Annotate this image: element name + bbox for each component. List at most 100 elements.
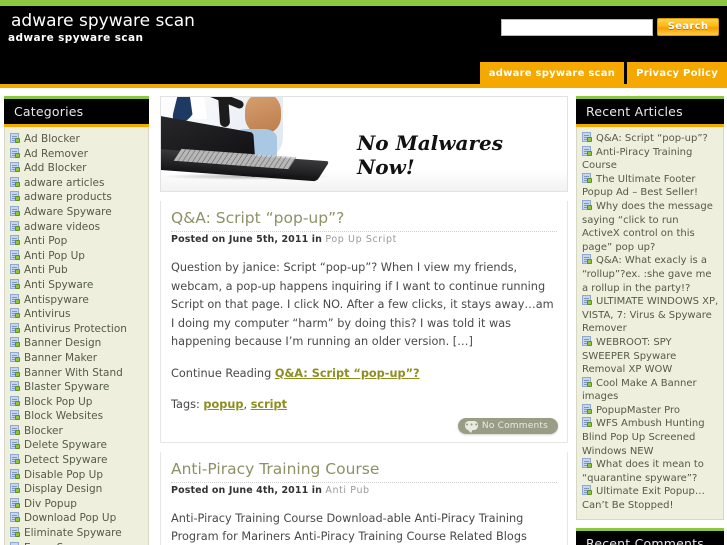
category-list-item[interactable]: Ad Remover — [10, 147, 144, 162]
tag-link-script[interactable]: script — [251, 398, 287, 411]
category-link[interactable]: Block Pop Up — [24, 396, 92, 408]
recent-article-link[interactable]: Why does the message saying “click to ru… — [582, 201, 713, 253]
recent-article-item[interactable]: Cool Make A Banner images — [582, 376, 719, 404]
recent-article-item[interactable]: PopupMaster Pro — [582, 403, 719, 418]
category-link[interactable]: Banner Maker — [24, 352, 97, 364]
category-list-item[interactable]: Banner With Stand — [10, 366, 144, 381]
continue-reading-link[interactable]: Q&A: Script “pop-up”? — [275, 367, 420, 380]
site-tagline: adware spyware scan — [8, 32, 144, 44]
category-list-item[interactable]: Anti Spyware — [10, 278, 144, 293]
category-list-item[interactable]: Anti Pop Up — [10, 249, 144, 264]
comments-count-badge[interactable]: ••• No Comments — [457, 417, 558, 434]
category-link[interactable]: Banner With Stand — [24, 367, 123, 379]
category-list-item[interactable]: Ad Blocker — [10, 132, 144, 147]
category-list-item[interactable]: Anti Pop — [10, 234, 144, 249]
page-plus-icon — [10, 322, 21, 333]
category-list-item[interactable]: Delete Spyware — [10, 438, 144, 453]
recent-article-link[interactable]: Q&A: Script “pop-up”? — [596, 133, 708, 144]
category-list-item[interactable]: adware videos — [10, 220, 144, 235]
search-input[interactable] — [501, 18, 653, 36]
category-list-item[interactable]: Disable Pop Up — [10, 468, 144, 483]
category-link[interactable]: Add Blocker — [24, 162, 86, 174]
recent-article-item[interactable]: Q&A: What exacly is a “rollup”?ex. :she … — [582, 254, 719, 295]
recent-article-link[interactable]: Q&A: What exacly is a “rollup”?ex. :she … — [582, 255, 712, 293]
category-list-item[interactable]: Add Blocker — [10, 161, 144, 176]
category-link[interactable]: Anti Spyware — [24, 279, 93, 291]
category-link[interactable]: Blaster Spyware — [24, 381, 109, 393]
category-list-item[interactable]: Banner Design — [10, 336, 144, 351]
recent-article-link[interactable]: The Ultimate Footer Popup Ad – Best Sell… — [582, 174, 698, 199]
category-link[interactable]: Anti Pop Up — [24, 250, 85, 262]
nav-item-privacy-policy[interactable]: Privacy Policy — [627, 62, 727, 84]
category-list-item[interactable]: Block Pop Up — [10, 395, 144, 410]
category-list-item[interactable]: Block Websites — [10, 409, 144, 424]
recent-article-item[interactable]: Q&A: Script “pop-up”? — [582, 132, 719, 146]
recent-article-item[interactable]: The Ultimate Footer Popup Ad – Best Sell… — [582, 172, 719, 200]
category-list-item[interactable]: Blocker — [10, 424, 144, 439]
category-list-item[interactable]: adware articles — [10, 176, 144, 191]
category-list-item[interactable]: Adware Spyware — [10, 205, 144, 220]
category-link[interactable]: Anti Pub — [24, 264, 68, 276]
recent-article-link[interactable]: Cool Make A Banner images — [582, 378, 697, 403]
recent-article-link[interactable]: Anti-Piracy Training Course — [582, 147, 692, 172]
recent-article-item[interactable]: WEBROOT: SPY SWEEPER Spyware Removal XP … — [582, 335, 719, 377]
category-list-item[interactable]: Download Pop Up — [10, 511, 144, 526]
category-link[interactable]: adware articles — [24, 177, 104, 189]
recent-article-link[interactable]: ULTIMATE WINDOWS XP, VISTA, 7: Virus & S… — [582, 296, 718, 334]
page-plus-icon — [10, 249, 21, 260]
nav-item-home[interactable]: adware spyware scan — [479, 62, 625, 84]
category-list-item[interactable]: Blaster Spyware — [10, 380, 144, 395]
post-continue-line: Continue Reading Q&A: Script “pop-up”? — [171, 365, 557, 384]
category-list-item[interactable]: Erase Spyware — [10, 541, 144, 545]
recent-article-link[interactable]: Ultimate Exit Popup… Can’t Be Stopped! — [582, 486, 705, 511]
tags-label: Tags: — [171, 398, 200, 411]
category-link[interactable]: Antivirus Protection — [24, 323, 127, 335]
post-title[interactable]: Anti-Piracy Training Course — [171, 460, 557, 483]
category-link[interactable]: Ad Remover — [24, 148, 88, 160]
category-list-item[interactable]: Banner Maker — [10, 351, 144, 366]
recent-article-link[interactable]: What does it mean to “quarantine spyware… — [582, 459, 704, 484]
post-category-link[interactable]: Pop Up Script — [325, 234, 397, 245]
category-link[interactable]: Antispyware — [24, 294, 89, 306]
category-link[interactable]: adware products — [24, 191, 112, 203]
recent-article-item[interactable]: Ultimate Exit Popup… Can’t Be Stopped! — [582, 485, 719, 512]
category-link[interactable]: Adware Spyware — [24, 206, 112, 218]
recent-article-link[interactable]: PopupMaster Pro — [596, 405, 680, 416]
category-link[interactable]: Blocker — [24, 425, 63, 437]
category-link[interactable]: Ad Blocker — [24, 133, 80, 145]
category-list-item[interactable]: Display Design — [10, 482, 144, 497]
recent-article-item[interactable]: WFS Ambush Hunting Blind Pop Up Screened… — [582, 417, 719, 458]
category-list-item[interactable]: adware products — [10, 190, 144, 205]
category-list-item[interactable]: Antivirus — [10, 307, 144, 322]
category-list-item[interactable]: Anti Pub — [10, 263, 144, 278]
category-link[interactable]: Div Popup — [24, 498, 77, 510]
recent-article-item[interactable]: Why does the message saying “click to ru… — [582, 199, 719, 254]
recent-article-item[interactable]: What does it mean to “quarantine spyware… — [582, 458, 719, 485]
category-link[interactable]: Block Websites — [24, 410, 103, 422]
category-list-item[interactable]: Antivirus Protection — [10, 322, 144, 337]
category-link[interactable]: Detect Spyware — [24, 454, 107, 466]
category-link[interactable]: Download Pop Up — [24, 512, 116, 524]
category-link[interactable]: Eliminate Spyware — [24, 527, 122, 539]
recent-article-item[interactable]: ULTIMATE WINDOWS XP, VISTA, 7: Virus & S… — [582, 295, 719, 336]
search-button[interactable]: Search — [657, 18, 719, 36]
post-title[interactable]: Q&A: Script “pop-up”? — [171, 209, 557, 232]
recent-article-item[interactable]: Anti-Piracy Training Course — [582, 145, 719, 173]
category-link[interactable]: Delete Spyware — [24, 439, 107, 451]
category-link[interactable]: Display Design — [24, 483, 102, 495]
recent-article-link[interactable]: WFS Ambush Hunting Blind Pop Up Screened… — [582, 418, 705, 456]
category-list-item[interactable]: Eliminate Spyware — [10, 526, 144, 541]
category-link[interactable]: Anti Pop — [24, 235, 67, 247]
category-link[interactable]: Disable Pop Up — [24, 469, 103, 481]
post-category-link[interactable]: Anti Pub — [325, 485, 369, 496]
category-link[interactable]: Banner Design — [24, 337, 101, 349]
category-list-item[interactable]: Antispyware — [10, 293, 144, 308]
tag-link-popup[interactable]: popup — [203, 398, 243, 411]
recent-article-link[interactable]: WEBROOT: SPY SWEEPER Spyware Removal XP … — [582, 337, 676, 375]
category-link[interactable]: adware videos — [24, 221, 100, 233]
category-link[interactable]: Antivirus — [24, 308, 70, 320]
category-link[interactable]: Erase Spyware — [24, 542, 102, 545]
category-list-item[interactable]: Detect Spyware — [10, 453, 144, 468]
category-list-item[interactable]: Div Popup — [10, 497, 144, 512]
site-logo[interactable]: adware spyware scan adware spyware scan — [8, 12, 348, 45]
